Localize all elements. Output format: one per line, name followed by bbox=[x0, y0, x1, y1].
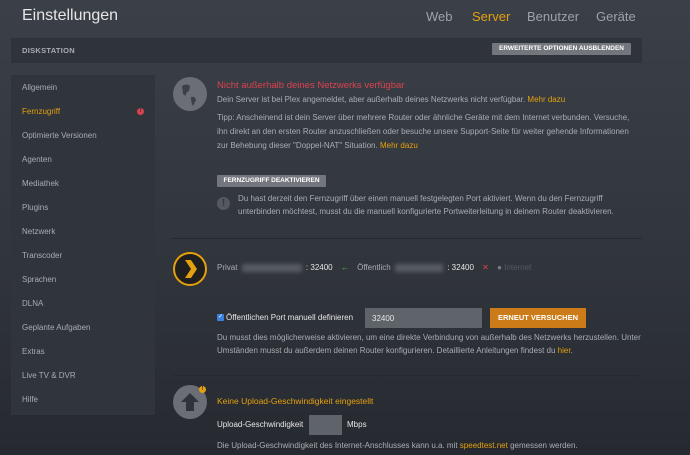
sidebar: Allgemein Fernzugriff ! Optimierte Versi… bbox=[11, 75, 155, 415]
sidebar-item-allgemein[interactable]: Allgemein bbox=[22, 83, 57, 92]
sidebar-item-extras[interactable]: Extras bbox=[22, 347, 45, 356]
info-icon: ! bbox=[217, 197, 230, 210]
nav-benutzer[interactable]: Benutzer bbox=[527, 9, 579, 24]
divider bbox=[172, 238, 642, 239]
tip-text: Tipp: Anscheinend ist dein Server über m… bbox=[217, 113, 630, 150]
globe-small-icon: ● bbox=[497, 263, 502, 272]
arrow-left-icon: ← bbox=[340, 263, 349, 272]
x-icon: ✕ bbox=[482, 263, 489, 272]
internet-label: Internet bbox=[504, 263, 532, 272]
upload-help-pre: Die Upload-Geschwindigkeit des Internet-… bbox=[217, 441, 458, 450]
manual-port-checkbox[interactable]: ✓ bbox=[217, 314, 224, 321]
plex-logo-icon bbox=[173, 252, 207, 286]
more-link[interactable]: Mehr dazu bbox=[527, 95, 565, 104]
private-port: : 32400 bbox=[305, 263, 333, 272]
help-text: Du musst dies möglicherweise aktivieren,… bbox=[217, 333, 641, 355]
help-end: . bbox=[570, 346, 573, 355]
sidebar-item-transcoder[interactable]: Transcoder bbox=[22, 251, 62, 260]
divider bbox=[172, 375, 642, 376]
nav-geraete[interactable]: Geräte bbox=[596, 9, 636, 24]
sidebar-item-hilfe[interactable]: Hilfe bbox=[22, 395, 38, 404]
warning-badge: ! bbox=[137, 108, 144, 115]
nav-web[interactable]: Web bbox=[426, 9, 453, 24]
upload-speed-input[interactable] bbox=[309, 415, 342, 435]
remote-status-desc: Dein Server ist bei Plex angemeldet, abe… bbox=[217, 93, 637, 107]
sidebar-item-mediathek[interactable]: Mediathek bbox=[22, 179, 59, 188]
desc-text: Dein Server ist bei Plex angemeldet, abe… bbox=[217, 95, 526, 104]
connection-row: Privat : 32400 ← Öffentlich : 32400 ✕ ● … bbox=[217, 261, 531, 275]
public-port: : 32400 bbox=[447, 263, 474, 272]
private-ip-blurred bbox=[241, 263, 302, 272]
sidebar-item-geplante-aufgaben[interactable]: Geplante Aufgaben bbox=[22, 323, 91, 332]
upload-help: Die Upload-Geschwindigkeit des Internet-… bbox=[217, 439, 578, 453]
speedtest-link[interactable]: speedtest.net bbox=[460, 441, 508, 450]
sidebar-item-agenten[interactable]: Agenten bbox=[22, 155, 52, 164]
upload-help-post: gemessen werden. bbox=[510, 441, 578, 450]
server-bar: DISKSTATION ERWEITERTE OPTIONEN AUSBLEND… bbox=[11, 38, 642, 63]
upload-label: Upload-Geschwindigkeit bbox=[217, 420, 304, 429]
hide-advanced-button[interactable]: ERWEITERTE OPTIONEN AUSBLENDEN bbox=[492, 43, 631, 55]
sidebar-item-sprachen[interactable]: Sprachen bbox=[22, 275, 56, 284]
private-label: Privat bbox=[217, 263, 238, 272]
sidebar-item-live-tv[interactable]: Live TV & DVR bbox=[22, 371, 76, 380]
sidebar-item-optimierte-versionen[interactable]: Optimierte Versionen bbox=[22, 131, 97, 140]
remote-info-text: Du hast derzeit den Fernzugriff über ein… bbox=[238, 194, 614, 216]
nav-server[interactable]: Server bbox=[472, 9, 510, 24]
manual-port-label: Öffentlichen Port manuell definieren bbox=[226, 313, 354, 322]
sidebar-item-netzwerk[interactable]: Netzwerk bbox=[22, 227, 55, 236]
public-label: Öffentlich bbox=[357, 263, 391, 272]
manual-port-help: Du musst dies möglicherweise aktivieren,… bbox=[217, 331, 641, 357]
remote-status-title: Nicht außerhalb deines Netzwerks verfügb… bbox=[217, 80, 405, 91]
sidebar-item-fernzugriff[interactable]: Fernzugriff bbox=[22, 107, 60, 116]
retry-button[interactable]: ERNEUT VERSUCHEN bbox=[490, 308, 586, 328]
upload-title: Keine Upload-Geschwindigkeit eingestellt bbox=[217, 396, 374, 406]
sidebar-item-plugins[interactable]: Plugins bbox=[22, 203, 48, 212]
public-ip-blurred bbox=[394, 263, 443, 272]
server-name: DISKSTATION bbox=[22, 46, 76, 55]
page-title: Einstellungen bbox=[22, 7, 119, 24]
guide-link[interactable]: hier bbox=[558, 346, 571, 355]
disable-remote-button[interactable]: FERNZUGRIFF DEAKTIVIEREN bbox=[217, 175, 326, 187]
upload-unit: Mbps bbox=[347, 420, 367, 429]
remote-tip: Tipp: Anscheinend ist dein Server über m… bbox=[217, 111, 641, 153]
globe-icon bbox=[173, 77, 207, 111]
sidebar-item-dlna[interactable]: DLNA bbox=[22, 299, 43, 308]
tip-more-link[interactable]: Mehr dazu bbox=[380, 141, 418, 150]
warning-icon: ! bbox=[199, 386, 206, 393]
port-input[interactable] bbox=[365, 308, 482, 328]
